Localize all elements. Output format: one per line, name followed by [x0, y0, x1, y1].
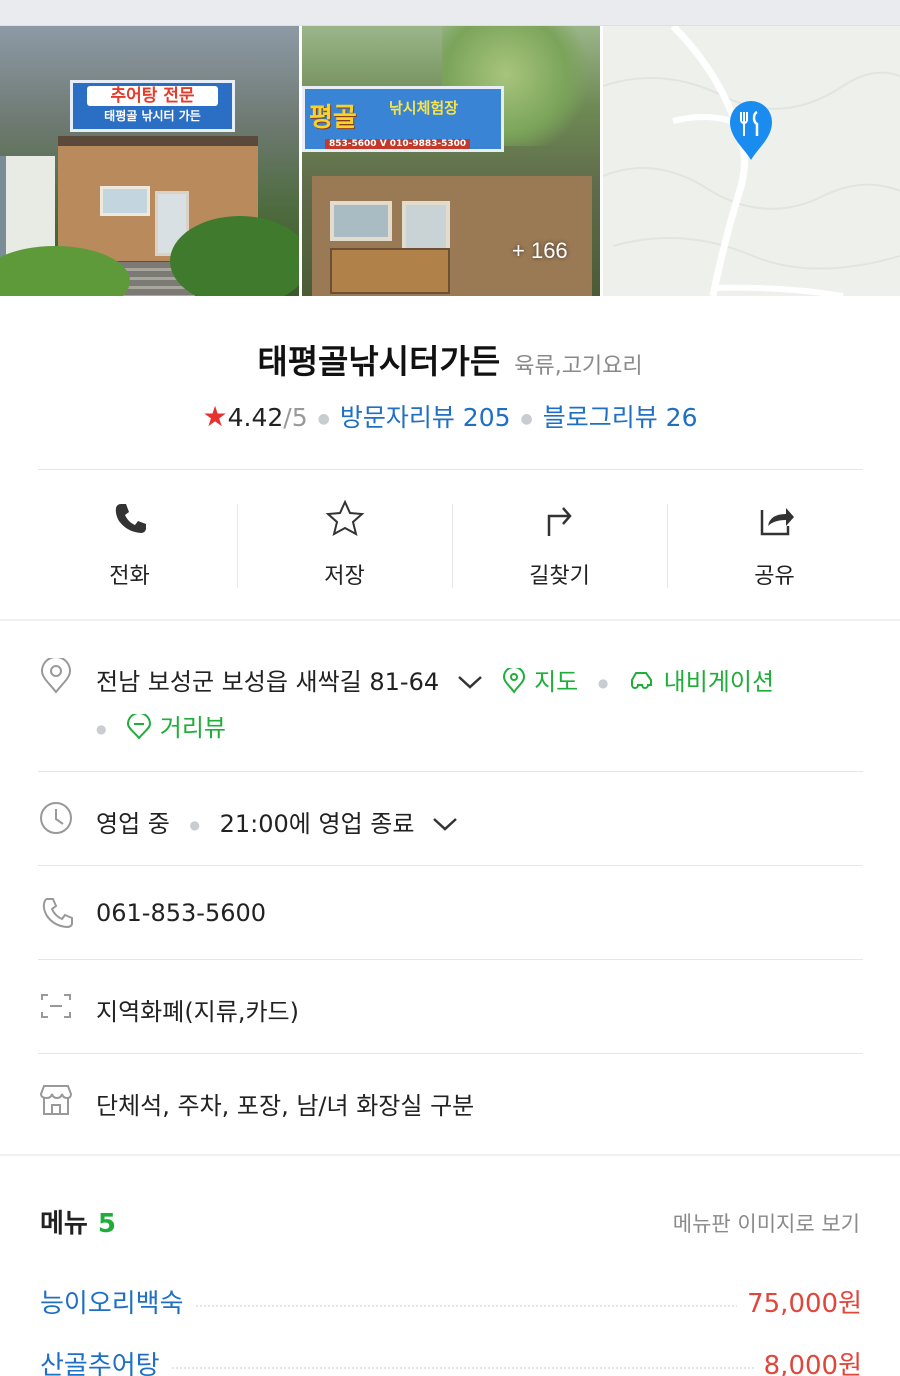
street-view-line: ● 거리뷰 [96, 708, 226, 743]
location-pin-icon [40, 658, 72, 694]
payment-row: 지역화폐(지류,카드) [38, 986, 863, 1030]
share-button[interactable]: 공유 [667, 490, 882, 600]
menu-item-name: 산골추어탕 [40, 1345, 170, 1376]
sign-phone: 853-5600 V 010-9883-5300 [325, 139, 471, 149]
action-bar: 전화 저장 길찾기 공유 [22, 490, 882, 600]
separator-dot: ● [520, 411, 533, 427]
street-view-label: 거리뷰 [159, 714, 227, 742]
restaurant-pin-icon[interactable] [726, 98, 776, 162]
hours-line: 영업 중 ● 21:00에 영업 종료 [96, 804, 458, 839]
restaurant-photo-1[interactable]: 추어탕 전문 태평골 낚시터 가든 [0, 26, 299, 296]
hours-status: 영업 중 [96, 810, 170, 838]
photo-planks [330, 248, 450, 294]
photo-sign: 평골 낚시체험장 853-5600 V 010-9883-5300 [302, 86, 504, 152]
menu-item-price: 75,000원 [737, 1283, 862, 1320]
restaurant-photo-2[interactable]: 평골 낚시체험장 853-5600 V 010-9883-5300 + 166 [302, 26, 600, 296]
chevron-down-icon[interactable] [457, 668, 483, 696]
divider [38, 469, 863, 470]
hours-detail: 21:00에 영업 종료 [219, 810, 415, 838]
menu-count: 5 [97, 1209, 116, 1239]
amenities-text: 단체석, 주차, 포장, 남/녀 화장실 구분 [96, 1092, 475, 1120]
sign-subtitle: 낚시체험장 [389, 99, 459, 117]
visitor-reviews-link[interactable]: 방문자리뷰 205 [340, 403, 511, 432]
separator-dot: ● [317, 411, 330, 427]
separator-dot: ● [96, 722, 107, 736]
sign-line-1: 추어탕 전문 [87, 86, 218, 106]
separator-dot: ● [597, 676, 609, 690]
menu-item[interactable]: 능이오리백숙 75,000원 [40, 1283, 862, 1323]
call-button[interactable]: 전화 [22, 490, 237, 600]
sign-line-2: 태평골 낚시터 가든 [104, 109, 201, 123]
menu-title: 메뉴 [40, 1209, 88, 1239]
save-label: 저장 [324, 564, 365, 589]
photo-window [100, 186, 150, 216]
place-header: 태평골낚시터가든 육류,고기요리 [0, 335, 900, 383]
rating-max: /5 [283, 403, 308, 432]
call-label: 전화 [109, 564, 150, 589]
map-thumbnail[interactable] [603, 26, 900, 296]
menu-item-price: 8,000원 [753, 1345, 862, 1376]
phone-icon [115, 504, 146, 533]
map-pin-icon [503, 666, 526, 694]
photo-strip[interactable]: 추어탕 전문 태평골 낚시터 가든 평골 낚시체험장 853-5600 V 01… [0, 26, 900, 296]
rating-score: 4.42 [227, 403, 284, 432]
sign-title: 평골 [309, 103, 357, 133]
photo-sign: 추어탕 전문 태평골 낚시터 가든 [70, 80, 235, 132]
navigation-link-label: 내비게이션 [663, 668, 775, 696]
payment-scan-icon [41, 994, 71, 1018]
more-photos-count[interactable]: + 166 [512, 238, 568, 264]
menu-image-link[interactable]: 메뉴판 이미지로 보기 [673, 1208, 860, 1238]
blog-reviews-link[interactable]: 블로그리뷰 26 [543, 403, 698, 432]
directions-icon [547, 507, 572, 536]
section-divider [0, 619, 900, 621]
share-label: 공유 [754, 564, 795, 589]
phone-outline-icon [42, 898, 73, 929]
divider [38, 1053, 863, 1054]
divider [38, 865, 863, 866]
payment-text: 지역화폐(지류,카드) [96, 998, 299, 1026]
menu-item[interactable]: 산골추어탕 8,000원 [40, 1345, 862, 1376]
share-icon [760, 508, 794, 536]
phone-number[interactable]: 061-853-5600 [96, 899, 266, 927]
clock-icon [40, 802, 72, 834]
address-line: 전남 보성군 보성읍 새싹길 81-64 지도 ● 내비게이션 [96, 662, 774, 697]
save-button[interactable]: 저장 [237, 490, 452, 600]
photo-window [330, 201, 392, 241]
star-outline-icon [325, 499, 364, 536]
map-link[interactable]: 지도 [502, 666, 585, 696]
street-view-link[interactable]: 거리뷰 [126, 712, 227, 742]
hours-row[interactable]: 영업 중 ● 21:00에 영업 종료 [38, 798, 863, 842]
menu-section-title: 메뉴 5 [40, 1203, 116, 1240]
car-icon [631, 672, 652, 689]
navigation-link[interactable]: 내비게이션 [628, 668, 774, 696]
map-link-label: 지도 [534, 668, 579, 696]
store-icon [39, 1085, 73, 1115]
address-text: 전남 보성군 보성읍 새싹길 81-64 [96, 668, 440, 696]
directions-label: 길찾기 [529, 564, 590, 589]
divider [38, 959, 863, 960]
place-category: 육류,고기요리 [514, 354, 643, 379]
rating-row: ★4.42/5 ● 방문자리뷰 205 ● 블로그리뷰 26 [0, 398, 900, 434]
chevron-down-icon[interactable] [432, 810, 458, 838]
street-view-icon [127, 712, 152, 740]
amenities-row: 단체석, 주차, 포장, 남/녀 화장실 구분 [38, 1080, 863, 1124]
section-divider [0, 1154, 900, 1156]
separator-dot: ● [189, 818, 200, 832]
place-name: 태평골낚시터가든 [257, 342, 501, 381]
phone-row[interactable]: 061-853-5600 [38, 893, 863, 937]
star-icon: ★ [202, 400, 228, 433]
top-bar [0, 0, 900, 26]
address-row: 전남 보성군 보성읍 새싹길 81-64 지도 ● 내비게이션 ● 거리뷰 [38, 656, 863, 746]
divider [38, 771, 863, 772]
menu-item-name: 능이오리백숙 [40, 1283, 194, 1320]
directions-button[interactable]: 길찾기 [452, 490, 667, 600]
